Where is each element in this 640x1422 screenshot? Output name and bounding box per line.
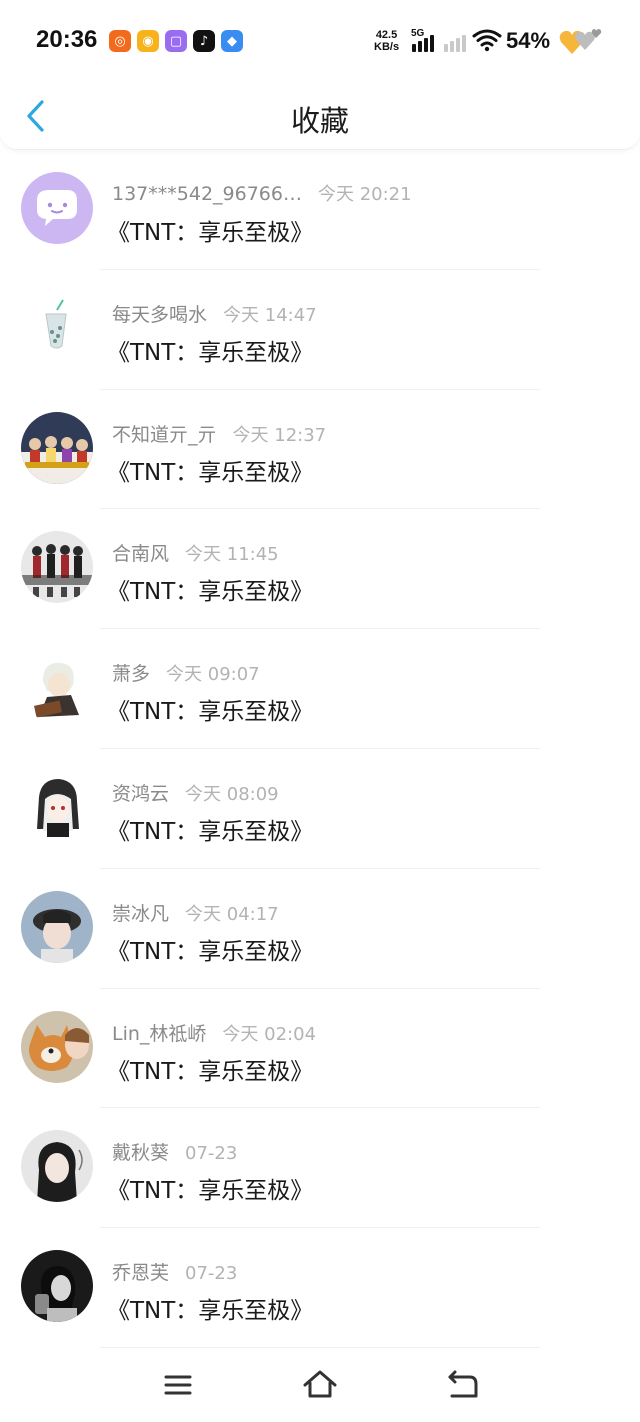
item-content[interactable]: 《TNT：享乐至极》	[107, 572, 313, 606]
weibo-icon: ◉	[137, 30, 159, 52]
timestamp: 今天 20:21	[317, 184, 412, 205]
user-name[interactable]: 137***542_96766…	[112, 183, 302, 205]
network-speed-value: 42.5	[375, 29, 398, 41]
page-header: 收藏	[0, 84, 640, 150]
timestamp: 今天 11:45	[185, 544, 279, 566]
network-speed-unit: KB/s	[374, 41, 400, 53]
item-content[interactable]: 《TNT：享乐至极》	[107, 1291, 313, 1325]
user-name[interactable]: Lin_林祗峤	[112, 1023, 206, 1045]
cell-signal-icon	[412, 30, 434, 52]
item-meta: 合南风 今天 11:45	[112, 539, 279, 566]
battery-level: 54%	[506, 28, 551, 53]
user-name[interactable]: 崇冰凡	[112, 903, 169, 925]
favorites-list: 137***542_96766… 今天 20:21 《TNT：享乐至极》 每天多喝…	[0, 150, 640, 1348]
list-item[interactable]: 乔恩芙 07-23 《TNT：享乐至极》	[0, 1228, 640, 1348]
item-content[interactable]: 《TNT：享乐至极》	[107, 453, 313, 487]
item-meta: 萧多 今天 09:07	[112, 659, 260, 686]
list-item[interactable]: 萧多 今天 09:07 《TNT：享乐至极》	[0, 629, 640, 749]
tiktok-icon: ♪	[193, 30, 215, 52]
user-name[interactable]: 合南风	[112, 543, 169, 565]
timestamp: 今天 02:04	[222, 1023, 317, 1045]
timestamp: 07-23	[185, 1263, 238, 1285]
user-name[interactable]: 乔恩芙	[112, 1262, 169, 1284]
item-meta: 戴秋葵 07-23	[112, 1138, 237, 1165]
item-content[interactable]: 《TNT：享乐至极》	[107, 213, 313, 247]
timestamp: 今天 12:37	[232, 424, 327, 446]
wifi-icon	[472, 29, 502, 52]
status-bar: 20:36 ◎ ◉ ▢ ♪ ◆ 42.5 KB/s 5G 54%	[0, 0, 640, 84]
item-content[interactable]: 《TNT：享乐至极》	[107, 932, 313, 966]
item-content[interactable]: 《TNT：享乐至极》	[107, 333, 313, 367]
timestamp: 今天 08:09	[185, 783, 279, 805]
avatar[interactable]	[21, 411, 93, 484]
item-meta: 不知道亓_亓 今天 12:37	[112, 420, 326, 447]
cell-signal-2-icon	[444, 30, 466, 52]
item-meta: 每天多喝水 今天 14:47	[112, 300, 317, 327]
system-nav-bar	[0, 1348, 640, 1422]
avatar[interactable]	[21, 770, 93, 843]
item-meta: 137***542_96766… 今天 20:21	[112, 180, 412, 206]
list-item[interactable]: 不知道亓_亓 今天 12:37 《TNT：享乐至极》	[0, 390, 640, 510]
avatar[interactable]	[21, 172, 93, 244]
app-icon-5: ◆	[221, 30, 243, 52]
avatar[interactable]	[21, 1250, 93, 1323]
network-speed: 42.5 KB/s	[374, 29, 399, 53]
avatar[interactable]	[21, 1130, 93, 1203]
list-item[interactable]: 137***542_96766… 今天 20:21 《TNT：享乐至极》	[0, 150, 640, 270]
item-meta: Lin_林祗峤 今天 02:04	[112, 1019, 316, 1046]
item-meta: 崇冰凡 今天 04:17	[112, 899, 279, 926]
item-content[interactable]: 《TNT：享乐至极》	[107, 692, 313, 726]
timestamp: 今天 09:07	[166, 664, 260, 686]
item-content[interactable]: 《TNT：享乐至极》	[107, 1171, 313, 1205]
notification-app-icons: ◎ ◉ ▢ ♪ ◆	[109, 30, 243, 52]
user-name[interactable]: 戴秋葵	[112, 1142, 169, 1164]
status-time: 20:36	[36, 26, 98, 53]
timestamp: 今天 14:47	[223, 304, 317, 326]
app-icon-1: ◎	[109, 30, 131, 52]
back-nav-icon[interactable]	[444, 1368, 480, 1402]
avatar[interactable]	[21, 291, 93, 364]
user-name[interactable]: 萧多	[112, 663, 150, 685]
item-content[interactable]: 《TNT：享乐至极》	[107, 812, 313, 846]
user-name[interactable]: 资鸿云	[112, 783, 169, 805]
list-item[interactable]: Lin_林祗峤 今天 02:04 《TNT：享乐至极》	[0, 989, 640, 1109]
list-item[interactable]: 合南风 今天 11:45 《TNT：享乐至极》	[0, 509, 640, 630]
timestamp: 今天 04:17	[185, 903, 279, 925]
list-item[interactable]: 每天多喝水 今天 14:47 《TNT：享乐至极》	[0, 270, 640, 390]
user-name[interactable]: 不知道亓_亓	[112, 424, 217, 446]
list-item[interactable]: 资鸿云 今天 08:09 《TNT：享乐至极》	[0, 749, 640, 869]
list-item[interactable]: 戴秋葵 07-23 《TNT：享乐至极》	[0, 1108, 640, 1229]
avatar[interactable]	[21, 651, 93, 724]
menu-icon[interactable]	[160, 1368, 196, 1402]
item-content[interactable]: 《TNT：享乐至极》	[107, 1052, 313, 1086]
list-item[interactable]: 崇冰凡 今天 04:17 《TNT：享乐至极》	[0, 869, 640, 989]
home-icon[interactable]	[302, 1368, 338, 1402]
timestamp: 07-23	[185, 1143, 238, 1165]
app-icon-3: ▢	[165, 30, 187, 52]
user-name[interactable]: 每天多喝水	[112, 304, 207, 326]
avatar[interactable]	[21, 531, 93, 604]
avatar[interactable]	[21, 890, 93, 963]
item-meta: 乔恩芙 07-23	[112, 1258, 237, 1285]
battery-hearts-icon	[559, 29, 602, 54]
item-meta: 资鸿云 今天 08:09	[112, 779, 279, 806]
page-title: 收藏	[290, 104, 349, 138]
avatar[interactable]	[21, 1010, 93, 1083]
